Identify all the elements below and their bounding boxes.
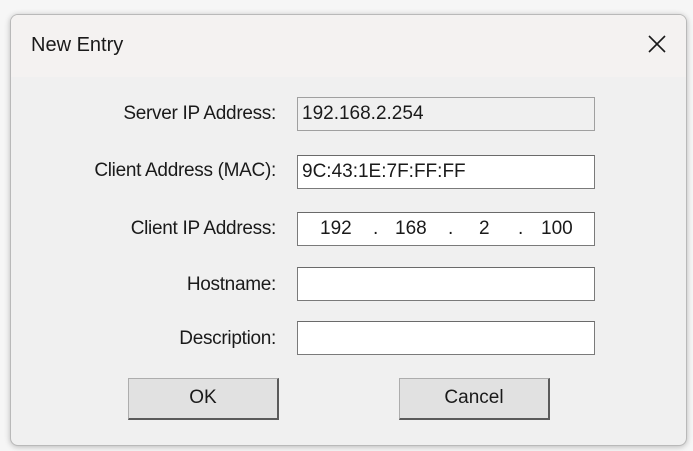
client-ip-octet-2[interactable]: 168 bbox=[395, 213, 427, 245]
client-mac-field[interactable]: 9C:43:1E:7F:FF:FF bbox=[297, 155, 595, 189]
title-bar: New Entry bbox=[11, 15, 686, 77]
hostname-field[interactable] bbox=[297, 267, 595, 301]
description-label: Description: bbox=[179, 328, 276, 349]
ok-button[interactable]: OK bbox=[128, 378, 279, 420]
close-icon bbox=[648, 35, 666, 53]
client-ip-octet-3[interactable]: 2 bbox=[479, 213, 490, 245]
new-entry-dialog: New Entry Server IP Address: 192.168.2.2… bbox=[10, 14, 687, 446]
client-ip-octet-4[interactable]: 100 bbox=[541, 213, 573, 245]
close-button[interactable] bbox=[628, 21, 686, 67]
client-ip-dot-1: . bbox=[373, 218, 379, 239]
client-ip-label: Client IP Address: bbox=[130, 218, 277, 239]
client-mac-label: Client Address (MAC): bbox=[94, 160, 276, 181]
client-ip-field[interactable]: 192 . 168 . 2 . 100 bbox=[297, 212, 595, 246]
cancel-button[interactable]: Cancel bbox=[399, 378, 550, 420]
server-ip-field: 192.168.2.254 bbox=[297, 97, 595, 131]
client-ip-octet-1[interactable]: 192 bbox=[320, 213, 352, 245]
description-field[interactable] bbox=[297, 321, 595, 355]
dialog-title: New Entry bbox=[31, 34, 124, 56]
server-ip-label: Server IP Address: bbox=[123, 103, 276, 124]
hostname-label: Hostname: bbox=[186, 274, 276, 295]
client-ip-dot-3: . bbox=[518, 218, 524, 239]
client-ip-dot-2: . bbox=[448, 218, 454, 239]
